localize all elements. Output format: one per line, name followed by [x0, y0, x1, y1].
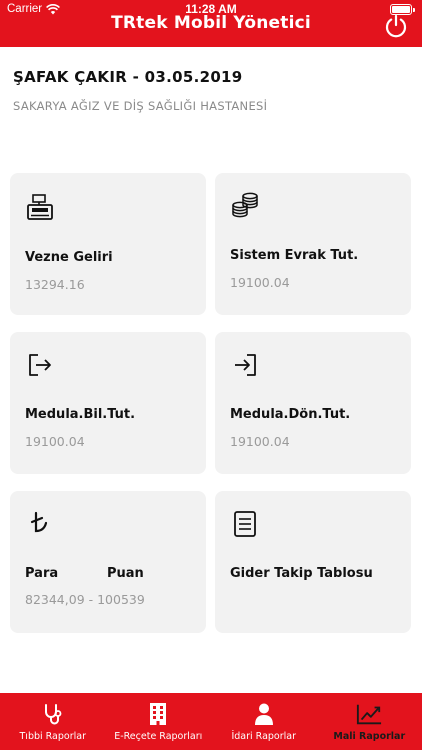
card-value: 13294.16 — [25, 277, 85, 292]
stethoscope-icon — [40, 701, 66, 727]
coins-icon — [232, 192, 258, 218]
chart-line-icon — [356, 701, 382, 727]
top-bar: Carrier 11:28 AM TRtek Mobil Yönetici — [0, 0, 422, 47]
app-title: TRtek Mobil Yönetici — [111, 13, 311, 33]
card-label: Medula.Dön.Tut. — [230, 407, 351, 422]
page-title: ŞAFAK ÇAKIR - 03.05.2019 — [13, 68, 243, 86]
card-value: 19100.04 — [230, 434, 290, 449]
sign-out-icon — [29, 354, 51, 376]
para-label: Para — [25, 566, 59, 581]
tab-e-recete-raporlari[interactable]: E-Reçete Raporları — [106, 693, 212, 750]
card-value: 19100.04 — [230, 275, 290, 290]
card-value: 82344,09 - 100539 — [25, 592, 145, 607]
card-value: 19100.04 — [25, 434, 85, 449]
document-list-icon — [234, 511, 256, 537]
card-label: Medula.Bil.Tut. — [25, 407, 136, 422]
card-label: Sistem Evrak Tut. — [230, 248, 359, 263]
bottom-tab-bar: Tıbbi Raporlar E-Reçete Raporları İdari … — [0, 693, 422, 750]
user-icon — [251, 701, 277, 727]
card-label: Gider Takip Tablosu — [230, 566, 373, 581]
power-icon[interactable] — [384, 14, 408, 38]
puan-label: Puan — [107, 566, 144, 581]
card-sistem-evrak[interactable]: Sistem Evrak Tut. 19100.04 — [215, 173, 411, 315]
card-label: Vezne Geliri — [25, 250, 113, 265]
card-gider-takip[interactable]: Gider Takip Tablosu — [215, 491, 411, 633]
card-vezne-geliri[interactable]: Vezne Geliri 13294.16 — [10, 173, 206, 315]
card-medula-don[interactable]: Medula.Dön.Tut. 19100.04 — [215, 332, 411, 474]
card-para-puan[interactable]: Para Puan 82344,09 - 100539 — [10, 491, 206, 633]
turkish-lira-icon — [30, 511, 48, 533]
tab-label: Mali Raporlar — [333, 731, 406, 742]
tab-tibbi-raporlar[interactable]: Tıbbi Raporlar — [0, 693, 106, 750]
tab-label: Tıbbi Raporlar — [19, 731, 87, 742]
sign-in-icon — [235, 354, 256, 376]
building-icon — [145, 701, 171, 727]
hospital-name: SAKARYA AĞIZ VE DİŞ SAĞLIĞI HASTANESİ — [13, 99, 268, 113]
tab-label: İdari Raporlar — [231, 731, 297, 742]
tab-idari-raporlar[interactable]: İdari Raporlar — [211, 693, 317, 750]
tab-label: E-Reçete Raporları — [114, 731, 203, 742]
card-medula-bil[interactable]: Medula.Bil.Tut. 19100.04 — [10, 332, 206, 474]
tab-mali-raporlar[interactable]: Mali Raporlar — [317, 693, 422, 750]
cash-register-icon — [27, 194, 53, 220]
